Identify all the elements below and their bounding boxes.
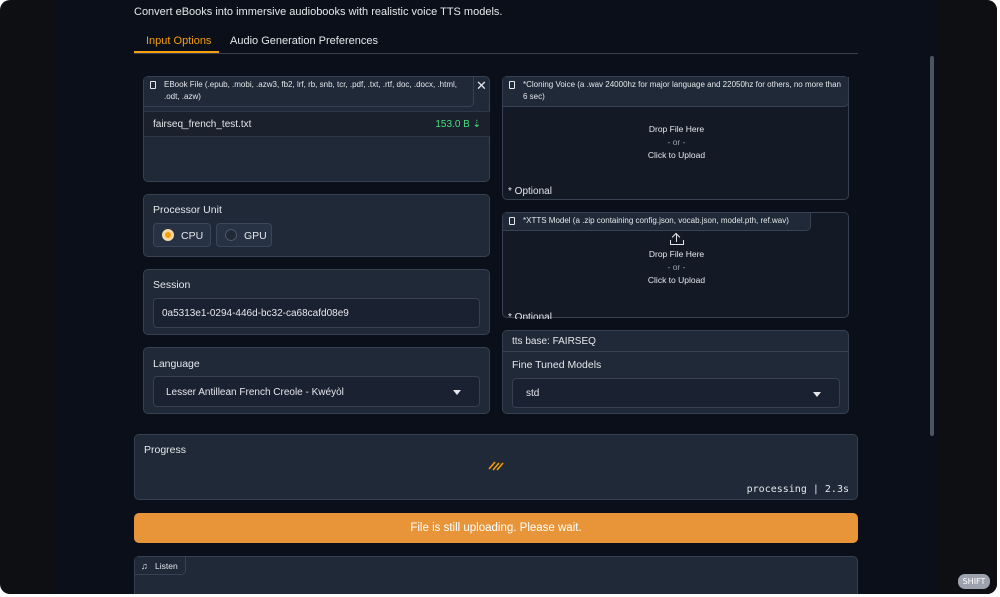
radio-selected-indicator xyxy=(162,229,174,241)
close-icon[interactable]: ✕ xyxy=(476,79,487,92)
session-panel: Session 0a5313e1-0294-446d-bc32-ca68cafd… xyxy=(143,269,490,335)
app-window: Convert eBooks into immersive audiobooks… xyxy=(0,0,997,594)
progress-panel: Progress processing | 2.3s xyxy=(134,434,858,500)
session-value: 0a5313e1-0294-446d-bc32-ca68cafd08e9 xyxy=(162,308,349,319)
language-label: Language xyxy=(153,358,200,370)
xtts-model-panel[interactable]: *XTTS Model (a .zip containing config.js… xyxy=(502,212,850,319)
upload-status-banner[interactable]: File is still uploading. Please wait. xyxy=(134,513,858,543)
tts-base-label: tts base: FAIRSEQ xyxy=(512,336,596,347)
xtts-model-label: *XTTS Model (a .zip containing config.js… xyxy=(503,213,811,231)
progress-label: Progress xyxy=(144,444,187,456)
language-select[interactable]: Lesser Antillean French Creole - Kwéyòl xyxy=(153,376,480,407)
watermark-badge: SHIFT xyxy=(958,574,990,589)
chevron-down-icon xyxy=(813,392,821,397)
fine-tuned-models-value: std xyxy=(526,388,540,399)
divider xyxy=(503,351,848,352)
upload-status-text: File is still uploading. Please wait. xyxy=(410,522,582,534)
scrollbar[interactable] xyxy=(928,56,936,436)
upload-icon xyxy=(503,232,850,248)
processor-unit-label: Processor Unit xyxy=(153,204,222,216)
cloning-voice-label: *Cloning Voice (a .wav 24000hz for major… xyxy=(503,77,849,107)
or-text: - or - xyxy=(667,262,686,272)
click-to-upload-text[interactable]: Click to Upload xyxy=(503,149,850,162)
cloning-voice-dropzone[interactable]: Drop File Here - or - Click to Upload xyxy=(503,123,850,162)
file-icon xyxy=(509,217,515,225)
radio-gpu-label: GPU xyxy=(244,230,267,242)
active-tab-indicator xyxy=(134,51,219,53)
uploaded-file-size[interactable]: 153.0 B ⇣ xyxy=(435,119,481,130)
right-gutter xyxy=(937,0,997,594)
file-icon xyxy=(509,81,515,89)
processor-unit-panel: Processor Unit CPU GPU xyxy=(143,194,490,257)
ebook-file-label-text: EBook File (.epub, .mobi, .azw3, fb2, lr… xyxy=(164,80,458,101)
page-subtitle: Convert eBooks into immersive audiobooks… xyxy=(134,6,503,18)
drop-file-text: Drop File Here xyxy=(648,124,705,134)
or-text: - or - xyxy=(667,137,686,147)
xtts-model-dropzone[interactable]: Drop File Here - or - Click to Upload xyxy=(503,232,850,287)
click-to-upload-text[interactable]: Click to Upload xyxy=(503,274,850,287)
listen-panel: ♫ Listen xyxy=(134,556,858,594)
music-note-icon: ♫ xyxy=(141,561,148,571)
file-icon xyxy=(150,81,156,89)
loading-spinner-icon xyxy=(488,461,504,471)
xtts-model-label-text: *XTTS Model (a .zip containing config.js… xyxy=(523,216,789,225)
tab-bar: Input Options Audio Generation Preferenc… xyxy=(134,31,858,54)
cloning-voice-label-text: *Cloning Voice (a .wav 24000hz for major… xyxy=(523,80,841,101)
optional-note: * Optional xyxy=(508,312,552,319)
ebook-file-label: EBook File (.epub, .mobi, .azw3, fb2, lr… xyxy=(144,77,474,107)
progress-status: processing | 2.3s xyxy=(746,484,849,495)
language-value: Lesser Antillean French Creole - Kwéyòl xyxy=(166,387,344,398)
tts-base-panel: tts base: FAIRSEQ Fine Tuned Models std xyxy=(502,330,849,414)
listen-label-text: Listen xyxy=(155,561,178,571)
fine-tuned-models-select[interactable]: std xyxy=(512,378,840,408)
ebook-file-panel[interactable]: EBook File (.epub, .mobi, .azw3, fb2, lr… xyxy=(143,76,490,182)
optional-note: * Optional xyxy=(508,186,552,197)
uploaded-file-row: fairseq_french_test.txt 153.0 B ⇣ xyxy=(144,111,490,137)
cloning-voice-panel[interactable]: *Cloning Voice (a .wav 24000hz for major… xyxy=(502,76,849,200)
radio-cpu-label: CPU xyxy=(181,230,204,242)
radio-gpu[interactable]: GPU xyxy=(216,223,272,247)
session-label: Session xyxy=(153,279,191,291)
chevron-down-icon xyxy=(453,390,461,395)
tab-audio-generation-preferences[interactable]: Audio Generation Preferences xyxy=(230,35,378,47)
radio-cpu[interactable]: CPU xyxy=(153,223,211,247)
fine-tuned-models-label: Fine Tuned Models xyxy=(512,359,602,371)
language-panel: Language Lesser Antillean French Creole … xyxy=(143,347,490,414)
session-input[interactable]: 0a5313e1-0294-446d-bc32-ca68cafd08e9 xyxy=(153,298,480,328)
uploaded-file-name: fairseq_french_test.txt xyxy=(153,119,252,130)
radio-unselected-indicator xyxy=(225,229,237,241)
drop-file-text: Drop File Here xyxy=(648,249,705,259)
listen-label: ♫ Listen xyxy=(135,557,186,575)
scrollbar-thumb[interactable] xyxy=(930,56,934,436)
tab-input-options[interactable]: Input Options xyxy=(146,35,211,47)
